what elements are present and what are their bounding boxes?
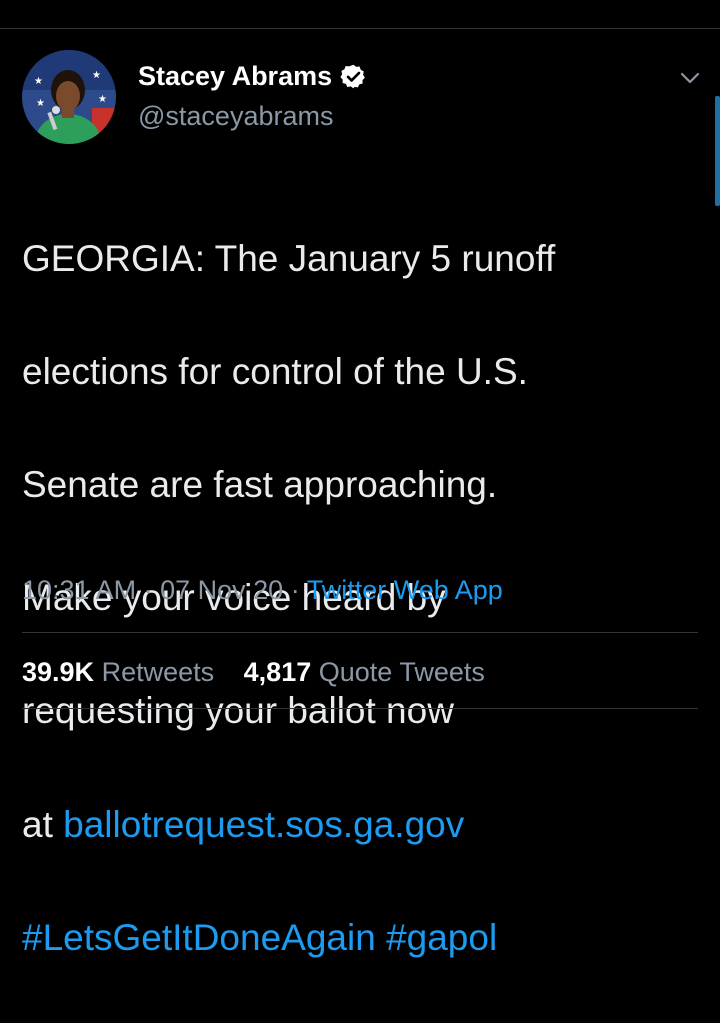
tweet-date[interactable]: 07 Nov 20 [160, 575, 283, 605]
tweet-line: #LetsGetItDoneAgain #gapol [22, 910, 702, 967]
retweets-count: 39.9K [22, 657, 95, 687]
tweet-line: GEORGIA: The January 5 runoff [22, 237, 556, 279]
quote-tweets-label: Quote Tweets [318, 657, 485, 687]
svg-text:★: ★ [34, 76, 43, 87]
author-handle[interactable]: @staceyabrams [138, 98, 367, 134]
tweet-time[interactable]: 10:31 AM [22, 575, 136, 605]
author-name[interactable]: Stacey Abrams [138, 58, 332, 94]
meta-separator: · [143, 575, 153, 605]
verified-badge-icon [340, 63, 367, 90]
scrollbar-thumb[interactable] [715, 96, 720, 206]
tweet-line: at ballotrequest.sos.ga.gov [22, 797, 702, 854]
svg-text:★: ★ [92, 70, 101, 81]
link-prefix: at [22, 803, 64, 845]
avatar[interactable]: ★ ★ ★ ★ [22, 50, 116, 144]
tweet-meta: 10:31 AM · 07 Nov 20 · Twitter Web App [22, 572, 503, 608]
hashtag-gapol[interactable]: #gapol [386, 917, 497, 958]
meta-separator: · [290, 575, 300, 605]
tweet-line: elections for control of the U.S. [22, 350, 528, 392]
ballot-request-link[interactable]: ballotrequest.sos.ga.gov [63, 804, 464, 845]
author-block[interactable]: Stacey Abrams @staceyabrams [138, 58, 367, 134]
top-divider [0, 28, 720, 29]
tweet-line: requesting your ballot now [22, 690, 454, 732]
chevron-down-icon[interactable] [678, 66, 702, 90]
svg-text:★: ★ [36, 98, 45, 109]
hashtag-letsgetitdoneagain[interactable]: #LetsGetItDoneAgain [22, 917, 376, 958]
svg-text:★: ★ [98, 94, 107, 105]
retweets-stat[interactable]: 39.9K Retweets [22, 654, 214, 690]
divider [22, 632, 698, 633]
tweet-source-link[interactable]: Twitter Web App [307, 575, 503, 605]
retweets-label: Retweets [101, 657, 215, 687]
tweet-stats: 39.9K Retweets 4,817 Quote Tweets [22, 654, 507, 690]
tweet-header: ★ ★ ★ ★ Stacey Abrams @staceyabrams [22, 50, 712, 146]
quote-tweets-count: 4,817 [243, 657, 312, 687]
divider [22, 708, 698, 709]
tweet-line: Senate are fast approaching. [22, 463, 498, 505]
quote-tweets-stat[interactable]: 4,817 Quote Tweets [244, 654, 485, 690]
